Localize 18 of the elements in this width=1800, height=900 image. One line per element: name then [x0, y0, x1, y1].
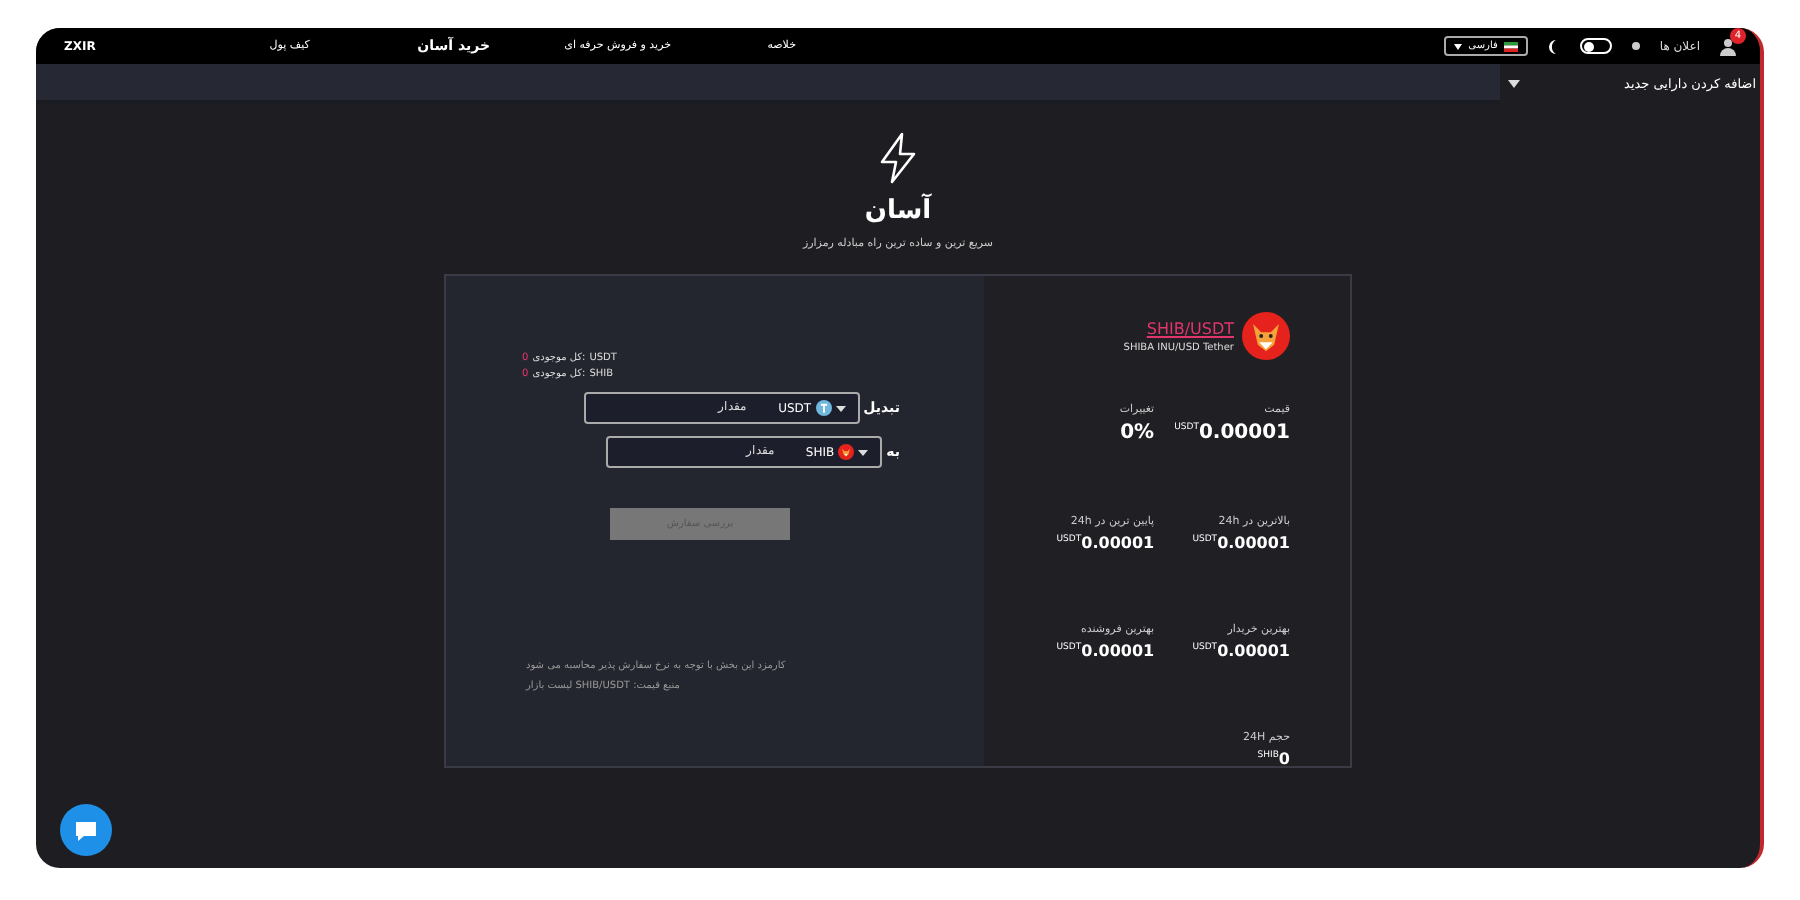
chat-button[interactable] [60, 804, 112, 856]
flag-icon [1503, 41, 1518, 51]
dog-coin-icon [838, 444, 855, 460]
chat-icon [74, 819, 98, 841]
caret-icon[interactable] [835, 405, 846, 411]
user-icon[interactable] [1720, 37, 1736, 55]
lightning-icon [877, 132, 918, 184]
stat-value: 0% [1120, 422, 1155, 444]
pair-link[interactable]: SHIB/USDT [1146, 319, 1234, 337]
sun-icon [1631, 42, 1640, 50]
theme-toggle[interactable] [1579, 38, 1612, 54]
caret-icon[interactable] [858, 449, 869, 455]
page-title: آسان [864, 196, 932, 226]
dog-coin-icon [1242, 312, 1290, 360]
caret-icon [1454, 43, 1463, 49]
caret-icon[interactable] [1508, 80, 1520, 88]
moon-icon [1547, 39, 1560, 53]
tether-coin-icon [815, 400, 832, 416]
